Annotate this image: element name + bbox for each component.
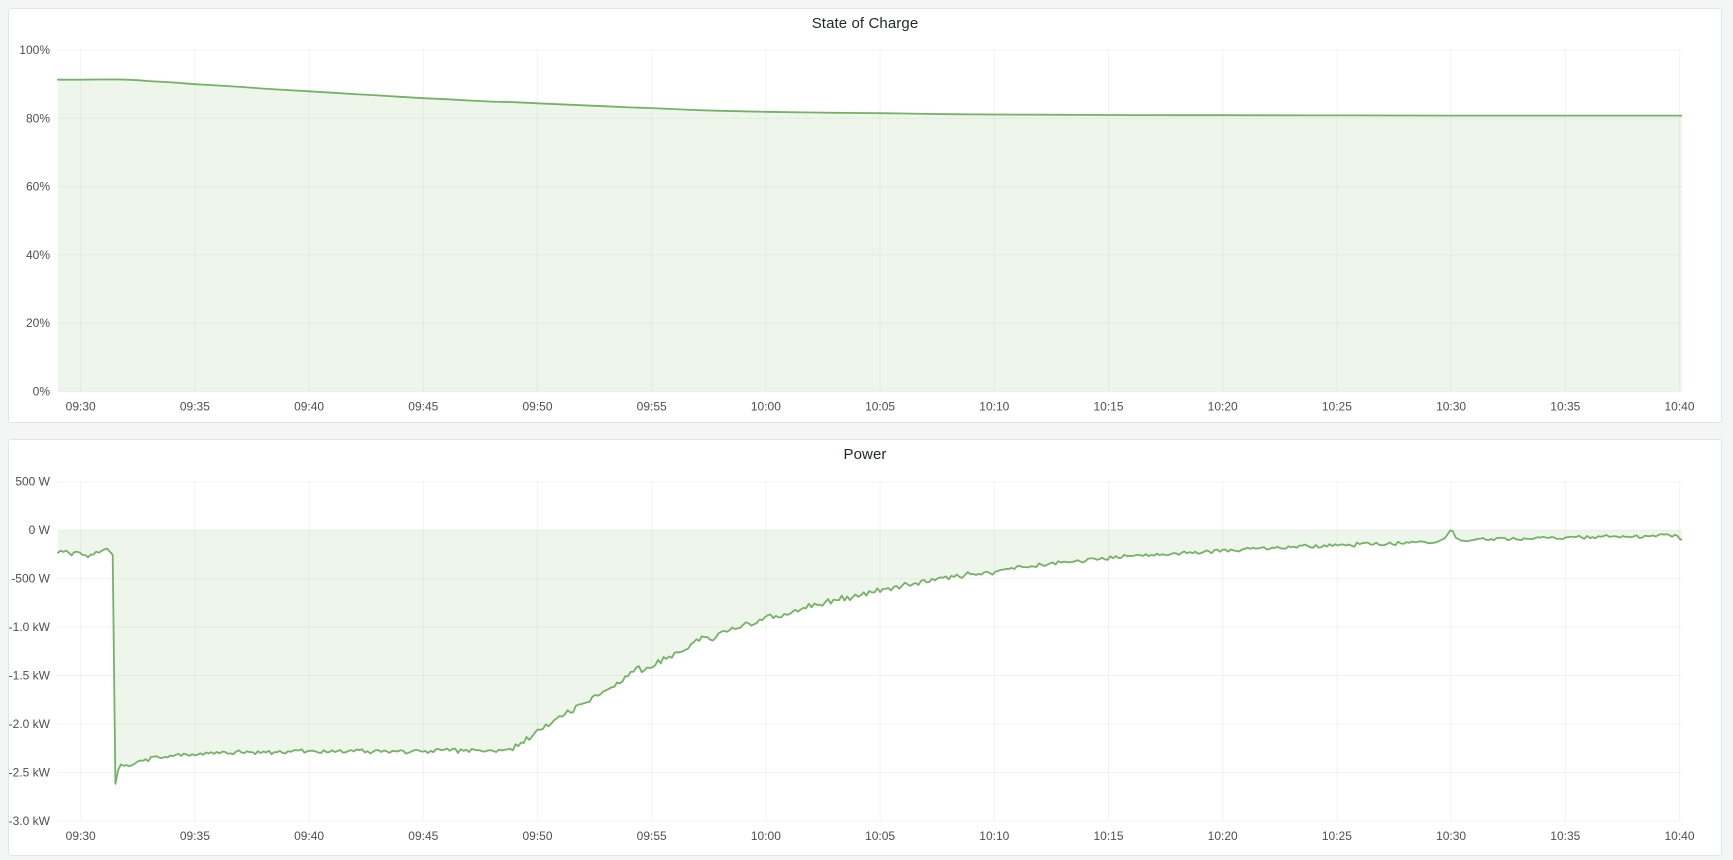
svg-text:10:20: 10:20 <box>1208 829 1238 843</box>
svg-text:10:05: 10:05 <box>865 829 895 843</box>
svg-text:10:10: 10:10 <box>979 829 1009 843</box>
svg-text:-2.5 kW: -2.5 kW <box>9 765 51 779</box>
svg-text:09:40: 09:40 <box>294 829 324 843</box>
svg-text:-500 W: -500 W <box>11 572 50 586</box>
svg-text:0 W: 0 W <box>29 523 51 537</box>
soc-chart[interactable]: 100%80%60%40%20%0%09:3009:3509:4009:4509… <box>9 9 1721 422</box>
svg-text:10:00: 10:00 <box>751 829 781 843</box>
svg-text:10:00: 10:00 <box>751 400 781 414</box>
panel-power: Power 500 W 0 W -500 W -1.0 kW -1.5 kW -2.0 k… <box>8 439 1722 856</box>
svg-text:-1.5 kW: -1.5 kW <box>9 668 51 682</box>
svg-text:09:50: 09:50 <box>522 400 552 414</box>
svg-text:500 W: 500 W <box>15 475 50 489</box>
svg-text:10:25: 10:25 <box>1322 400 1352 414</box>
svg-text:09:45: 09:45 <box>408 829 438 843</box>
svg-text:10:35: 10:35 <box>1550 400 1580 414</box>
y-axis-labels: 100% 80% 60% 40% 20% 0% <box>19 43 50 399</box>
svg-text:0%: 0% <box>33 385 51 399</box>
panel-title-state-of-charge[interactable]: State of Charge <box>9 15 1721 32</box>
x-axis-labels: 09:30 09:35 09:40 09:45 09:50 09:55 10:00 10:05… <box>66 829 1695 843</box>
svg-text:09:50: 09:50 <box>522 829 552 843</box>
svg-text:10:20: 10:20 <box>1208 400 1238 414</box>
svg-text:09:40: 09:40 <box>294 400 324 414</box>
power-chart[interactable]: 500 W 0 W -500 W -1.0 kW -1.5 kW -2.0 kW -2.5 … <box>9 440 1721 855</box>
series-0 <box>58 79 1682 391</box>
panel-title-power[interactable]: Power <box>9 446 1721 463</box>
svg-text:60%: 60% <box>26 180 50 194</box>
svg-text:-3.0 kW: -3.0 kW <box>9 814 51 828</box>
panel-state-of-charge: State of Charge 100%80%60%40%20%0%09:300… <box>8 8 1722 423</box>
svg-text:09:30: 09:30 <box>66 829 96 843</box>
x-axis-labels: 09:30 09:35 09:40 09:45 09:50 09:55 10:00 10:05… <box>66 400 1695 414</box>
svg-text:10:35: 10:35 <box>1550 829 1580 843</box>
svg-text:10:15: 10:15 <box>1093 400 1123 414</box>
svg-text:10:05: 10:05 <box>865 400 895 414</box>
dashboard: { "page": { "background": "#f4f5f5", "pa… <box>0 0 1733 860</box>
svg-text:10:10: 10:10 <box>979 400 1009 414</box>
svg-text:10:40: 10:40 <box>1664 829 1694 843</box>
svg-text:09:35: 09:35 <box>180 400 210 414</box>
svg-text:09:30: 09:30 <box>66 400 96 414</box>
svg-text:10:25: 10:25 <box>1322 829 1352 843</box>
svg-text:10:15: 10:15 <box>1093 829 1123 843</box>
svg-text:09:55: 09:55 <box>637 829 667 843</box>
series-1 <box>58 530 1682 784</box>
svg-text:-2.0 kW: -2.0 kW <box>9 717 51 731</box>
svg-text:100%: 100% <box>19 43 50 57</box>
svg-text:80%: 80% <box>26 111 50 125</box>
svg-text:09:35: 09:35 <box>180 829 210 843</box>
svg-text:09:55: 09:55 <box>637 400 667 414</box>
y-axis-labels: 500 W 0 W -500 W -1.0 kW -1.5 kW -2.0 kW -2.5 … <box>9 475 51 828</box>
svg-text:09:45: 09:45 <box>408 400 438 414</box>
svg-text:10:40: 10:40 <box>1664 400 1694 414</box>
svg-text:10:30: 10:30 <box>1436 829 1466 843</box>
svg-text:20%: 20% <box>26 316 50 330</box>
svg-text:10:30: 10:30 <box>1436 400 1466 414</box>
svg-text:-1.0 kW: -1.0 kW <box>9 620 51 634</box>
svg-text:40%: 40% <box>26 248 50 262</box>
